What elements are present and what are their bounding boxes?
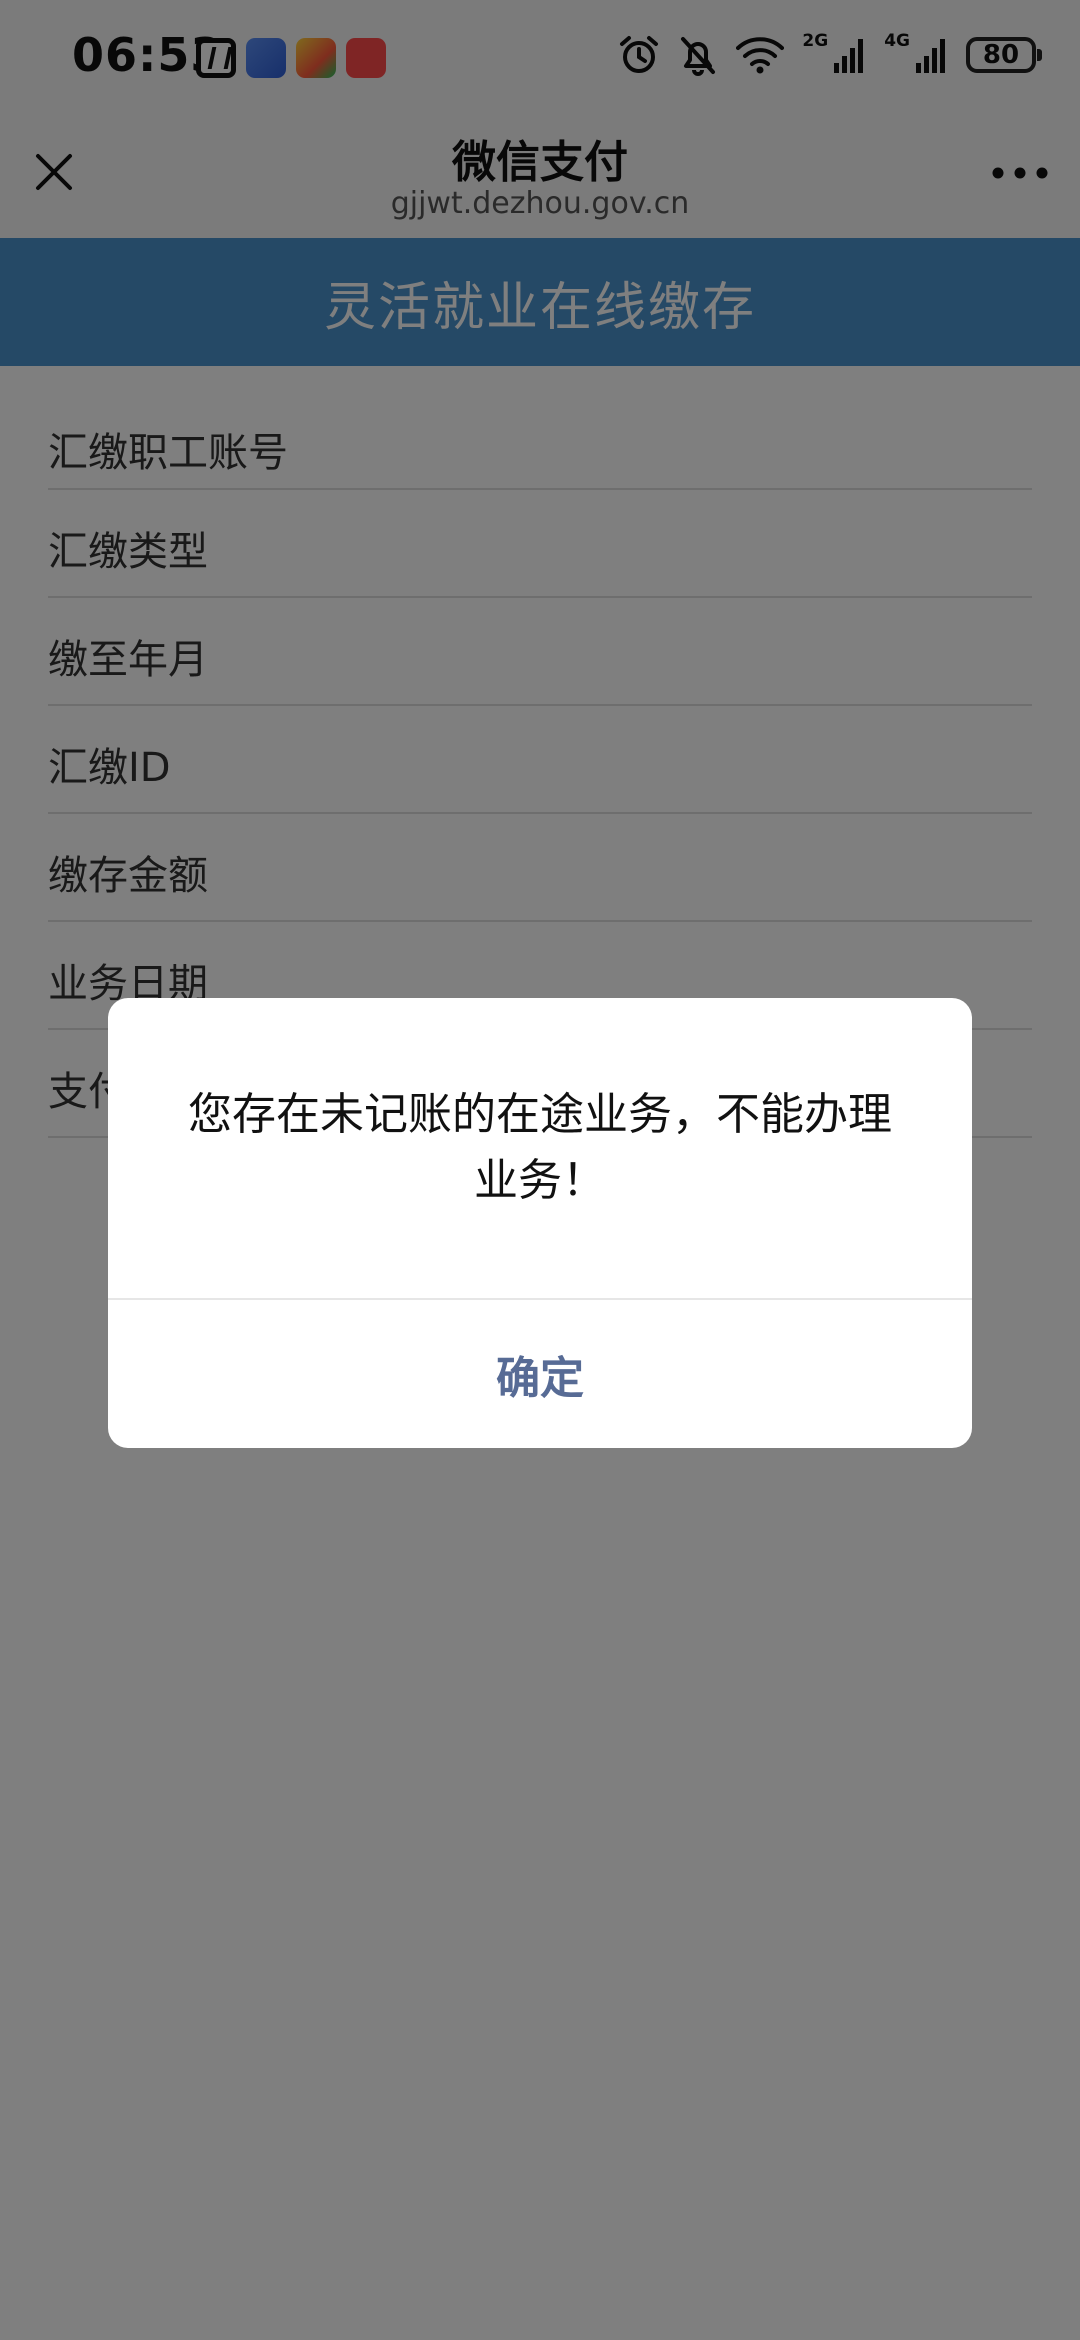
dialog-message: 您存在未记账的在途业务，不能办理业务！ xyxy=(188,1089,892,1206)
alert-dialog: 您存在未记账的在途业务，不能办理业务！ 确定 xyxy=(108,998,972,1448)
confirm-button[interactable]: 确定 xyxy=(108,1300,972,1448)
